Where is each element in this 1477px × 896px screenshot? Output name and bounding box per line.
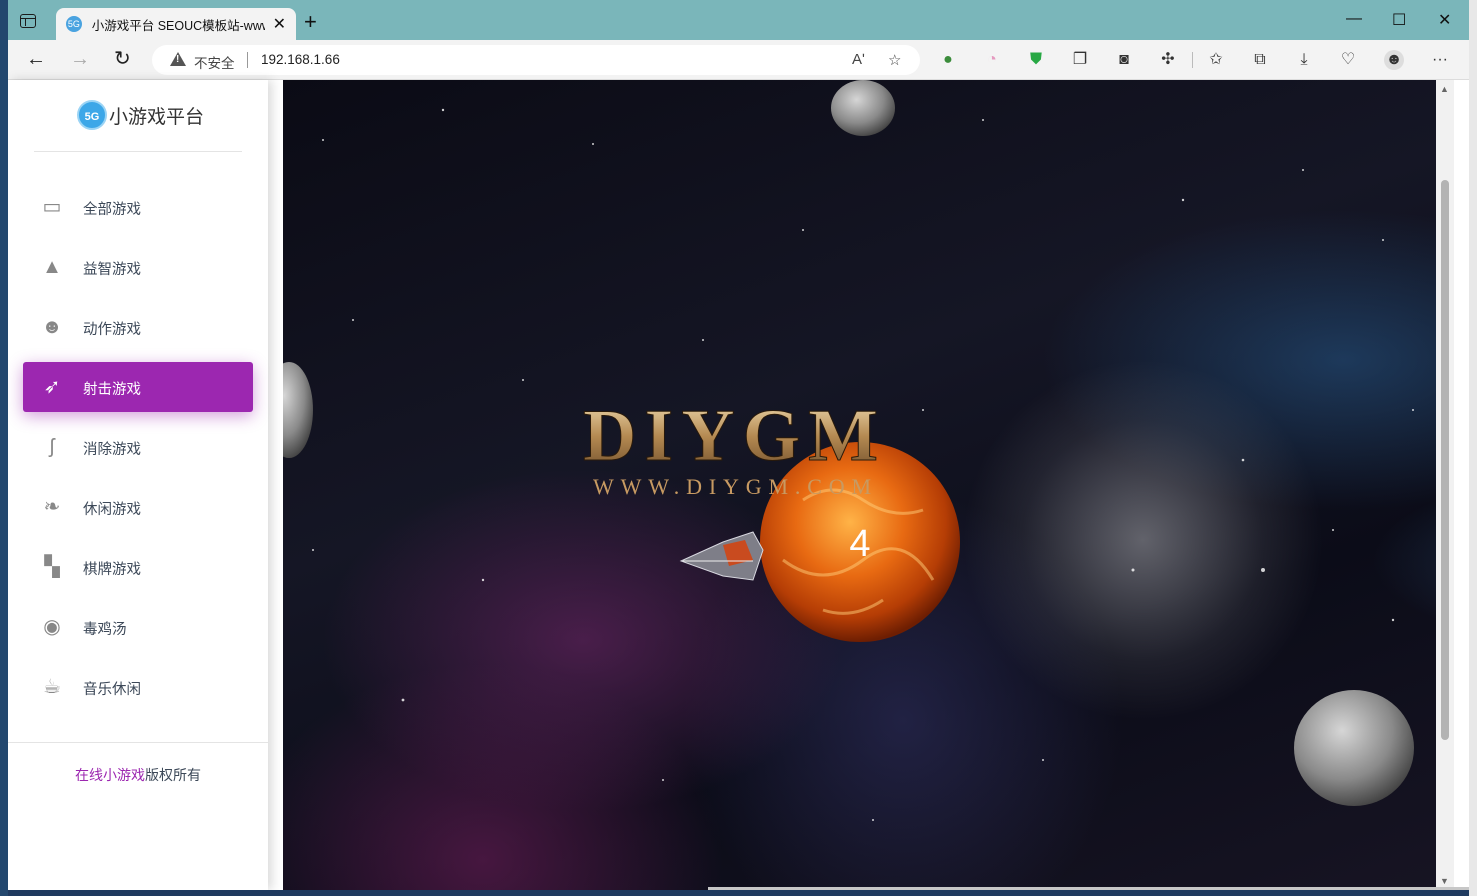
sidebar-item-action-games[interactable]: ☻ 动作游戏 [23,302,253,352]
desktop-left-edge [0,0,8,896]
toolbar-separator [1192,52,1193,68]
tab-actions-icon[interactable] [20,14,36,28]
forward-icon[interactable]: → [70,49,90,69]
sidebar-item-match-games[interactable]: ʃ 消除游戏 [23,422,253,472]
new-tab-button[interactable]: + [304,11,317,33]
sidebar-item-all-games[interactable]: ▭ 全部游戏 [23,182,253,232]
close-tab-icon[interactable]: ✕ [273,14,286,34]
asteroid-left [283,362,313,458]
site-title: 小游戏平台 [109,106,205,128]
diygm-logo: DIYGM [583,395,878,477]
sidebar-item-label: 消除游戏 [83,442,141,458]
tab-title: 小游戏平台 SEOUC模板站-www.a [91,18,265,33]
profile-avatar[interactable]: ☻ [1384,50,1404,70]
scroll-up-icon[interactable]: ▲ [1440,84,1449,94]
site-logo[interactable]: 5G 小游戏平台 [77,100,204,130]
sidebar-item-label: 动作游戏 [83,322,141,338]
toolbar: ← → ↻ 不安全 192.168.1.66 Aʹ ☆ ● ◔ ⛊ ❐ ◙ ✣ … [8,40,1469,80]
extension-glasses-icon[interactable]: ◙ [1114,50,1134,70]
browser-essentials-icon[interactable]: ♡ [1338,50,1358,70]
browser-tab[interactable]: 5G 小游戏平台 SEOUC模板站-www.a ✕ [56,8,296,40]
sidebar-item-label: 棋牌游戏 [83,562,141,578]
sidebar-item-label: 音乐休闲 [83,682,141,698]
sidebar-item-puzzle-games[interactable]: ▲ 益智游戏 [23,242,253,292]
sidebar-item-label: 毒鸡汤 [83,622,127,638]
read-aloud-icon[interactable]: Aʹ [852,51,865,68]
sidebar-item-casual-games[interactable]: ❧ 休闲游戏 [23,482,253,532]
chessboard-icon: ▚ [44,556,60,578]
favorites-icon[interactable]: ✩ [1206,50,1226,70]
more-menu-icon[interactable]: ··· [1430,50,1450,70]
sidebar-divider [8,742,268,743]
scrollbar-thumb[interactable] [1441,180,1449,740]
sidebar: 5G 小游戏平台 ▭ 全部游戏 ▲ 益智游戏 ☻ 动作游戏 ➶ 射击游戏 ʃ 消… [8,80,268,890]
copyright: 在线小游戏版权所有 [75,765,201,785]
refresh-icon[interactable]: ↻ [114,49,131,69]
coffee-icon: ☕ [43,676,61,698]
asteroid-top [831,80,895,136]
browser-window: 5G 小游戏平台 SEOUC模板站-www.a ✕ + — ☐ ✕ ← → ↻ … [8,0,1469,890]
copyright-text: 版权所有 [145,767,201,783]
title-bar: 5G 小游戏平台 SEOUC模板站-www.a ✕ + — ☐ ✕ [8,0,1469,40]
sidebar-item-label: 射击游戏 [83,382,141,398]
maximize-button[interactable]: ☐ [1392,10,1406,30]
asteroid-bottom-right [1294,690,1414,806]
sidebar-item-music-leisure[interactable]: ☕ 音乐休闲 [23,662,253,712]
downloads-icon[interactable]: ⤓ [1294,50,1314,70]
extension-copy-icon[interactable]: ❐ [1070,50,1090,70]
diygm-url: WWW.DIYGM.COM [593,474,871,499]
sidebar-item-label: 休闲游戏 [83,502,141,518]
extension-shield-icon[interactable]: ⛊ [1026,50,1046,70]
sidebar-item-board-games[interactable]: ▚ 棋牌游戏 [23,542,253,592]
game-canvas[interactable]: 4 DIYGM WWW.DIYGM.COM [283,80,1436,890]
back-icon[interactable]: ← [26,49,46,69]
logo-divider [34,151,242,152]
extension-globe-icon[interactable]: ● [938,50,958,70]
envira-leaf-icon: ❧ [43,496,61,518]
sidebar-item-label: 全部游戏 [83,202,141,218]
close-window-button[interactable]: ✕ [1438,10,1451,30]
spaceship-icon [679,531,764,581]
reddit-robot-icon: ☻ [41,316,63,338]
extension-cat-icon[interactable]: ◔ [982,50,1002,70]
twitch-icon: ▭ [42,196,62,218]
graduation-cap-icon: ▲ [42,256,62,278]
warning-icon [170,52,186,66]
copyright-link[interactable]: 在线小游戏 [75,767,145,783]
scroll-down-icon[interactable]: ▼ [1440,876,1449,886]
game-scene: 4 DIYGM WWW.DIYGM.COM [283,80,1414,821]
add-favorite-icon[interactable]: ☆ [888,51,901,69]
user-circle-icon: ◉ [43,616,61,638]
insecure-label[interactable]: 不安全 [194,52,235,72]
address-bar[interactable]: 不安全 192.168.1.66 Aʹ ☆ [152,45,920,75]
sidebar-item-chicken-soup[interactable]: ◉ 毒鸡汤 [23,602,253,652]
logo-badge-icon: 5G [77,100,107,130]
rocket-icon: ➶ [43,376,61,398]
symfony-icon: ʃ [49,436,55,458]
countdown-number: 4 [849,523,870,565]
desktop-right-edge [1469,0,1477,896]
url-text[interactable]: 192.168.1.66 [261,52,340,67]
vertical-scrollbar[interactable]: ▲ ▼ [1436,80,1454,890]
favicon-icon: 5G [66,16,82,32]
collections-icon[interactable]: ⧉ [1250,50,1270,70]
minimize-button[interactable]: — [1346,10,1362,28]
extensions-puzzle-icon[interactable]: ✣ [1158,50,1178,70]
page-content: 5G 小游戏平台 ▭ 全部游戏 ▲ 益智游戏 ☻ 动作游戏 ➶ 射击游戏 ʃ 消… [8,80,1469,890]
address-separator [247,52,248,68]
sidebar-item-label: 益智游戏 [83,262,141,278]
sidebar-item-shooting-games[interactable]: ➶ 射击游戏 [23,362,253,412]
horizontal-scrollbar[interactable] [708,887,1469,890]
